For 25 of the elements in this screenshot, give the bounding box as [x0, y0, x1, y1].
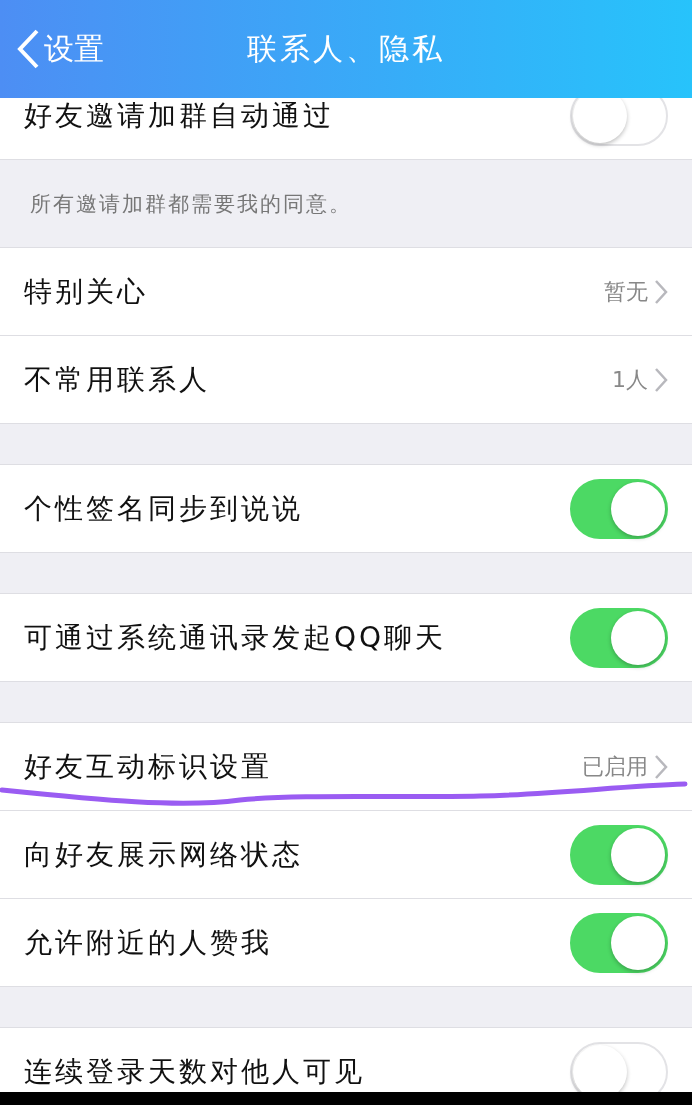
setting-label: 特别关心	[24, 273, 149, 310]
setting-value[interactable]: 1人	[612, 364, 668, 395]
toggle-switch[interactable]	[570, 912, 668, 973]
setting-label: 允许附近的人赞我	[24, 924, 273, 961]
chevron-icon	[654, 753, 668, 780]
toggle-switch[interactable]	[570, 98, 668, 146]
back-icon	[16, 28, 40, 70]
setting-label: 可通过系统通讯录发起QQ聊天	[24, 619, 448, 656]
toggle-switch[interactable]	[570, 478, 668, 539]
section-note: 所有邀请加群都需要我的同意。	[30, 190, 352, 218]
page-title: 联系人、隐私	[247, 29, 445, 68]
setting-label: 向好友展示网络状态	[24, 836, 304, 873]
chevron-icon	[654, 366, 668, 393]
toggle-switch[interactable]	[570, 607, 668, 668]
chevron-icon	[654, 278, 668, 305]
setting-value[interactable]: 已启用	[582, 751, 668, 782]
toggle-switch[interactable]	[570, 1041, 668, 1092]
setting-label: 连续登录天数对他人可见	[24, 1053, 366, 1090]
setting-label: 不常用联系人	[24, 361, 211, 398]
setting-label: 好友互动标识设置	[24, 748, 273, 785]
setting-value[interactable]: 暂无	[604, 276, 668, 307]
back-button[interactable]: 设置	[0, 27, 110, 71]
setting-label: 个性签名同步到说说	[24, 490, 304, 527]
toggle-switch[interactable]	[570, 824, 668, 885]
setting-label: 好友邀请加群自动通过	[24, 98, 335, 134]
